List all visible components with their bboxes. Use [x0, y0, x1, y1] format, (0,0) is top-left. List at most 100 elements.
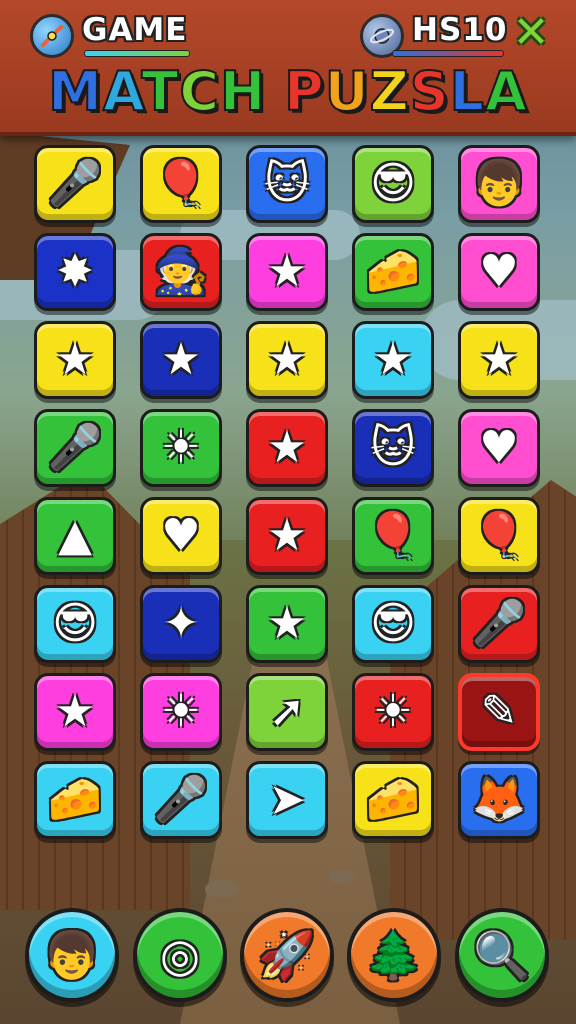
yellow-star-icon: ★	[161, 334, 201, 385]
microphone-icon: 🎤	[47, 422, 103, 473]
paint-tube-icon: ✎	[480, 686, 518, 737]
blue-heart-icon: ♥	[479, 422, 519, 473]
game-progress-bar	[84, 50, 190, 57]
cat-face-icon: 🐱	[264, 158, 310, 209]
rock	[205, 880, 239, 898]
grid-tile[interactable]: 🎤	[34, 409, 116, 487]
grid-tile[interactable]: ★	[34, 673, 116, 751]
grid-tile[interactable]: 😎	[34, 585, 116, 663]
title-letter: P	[283, 59, 325, 124]
powerup-button[interactable]: ◎	[133, 908, 227, 1002]
boy-face-icon: 👦	[43, 928, 101, 982]
heart-icon: ♥	[161, 510, 201, 561]
microphone-icon: 🎤	[47, 158, 103, 209]
green-arrow-icon: ➚	[268, 686, 306, 737]
grid-tile[interactable]: 🎤	[458, 585, 540, 663]
pine-tree-icon: 🌲	[365, 928, 423, 982]
score-progress-bar	[392, 50, 504, 57]
grid-tile[interactable]: ☀	[352, 673, 434, 751]
yellow-star-icon: ★	[267, 598, 307, 649]
fox-face-icon: 🦊	[471, 774, 527, 825]
grid-tile[interactable]: ➤	[246, 761, 328, 839]
yellow-star-icon: ★	[267, 510, 307, 561]
pointer-cursor-icon: ➤	[268, 774, 306, 825]
green-star-icon: ★	[479, 334, 519, 385]
grid-tile[interactable]: ★	[246, 585, 328, 663]
title-letter: H	[219, 59, 267, 124]
magnifier-icon: 🔍	[473, 928, 531, 982]
cheese-icon: 🧀	[365, 246, 421, 297]
grid-tile[interactable]: ★	[34, 321, 116, 399]
grid-tile[interactable]: ★	[246, 321, 328, 399]
yellow-star-icon: ★	[267, 334, 307, 385]
game-label: GAME	[82, 12, 188, 48]
grid-tile[interactable]: 🧀	[34, 761, 116, 839]
grid-tile[interactable]: 👦	[458, 145, 540, 223]
grid-tile[interactable]: ★	[140, 321, 222, 399]
grid-tile[interactable]: ♥	[458, 233, 540, 311]
powerup-button[interactable]: 🔍	[455, 908, 549, 1002]
title-letter: M	[47, 59, 103, 124]
powerup-button[interactable]: 👦	[25, 908, 119, 1002]
white-star-icon: ★	[373, 334, 413, 385]
grid-tile[interactable]: ✦	[140, 585, 222, 663]
grid-tile[interactable]: ☀	[140, 409, 222, 487]
sparkle-icon	[41, 25, 63, 47]
grid-tile[interactable]: 🧙	[140, 233, 222, 311]
title-letter: T	[140, 59, 180, 124]
alien-sunglasses-icon: 😎	[370, 158, 416, 209]
yellow-star-icon: ★	[55, 334, 95, 385]
silver-star-icon: ✦	[162, 598, 200, 649]
yellow-star-icon: ★	[267, 422, 307, 473]
wizard-sunglasses-icon: 🧙	[153, 246, 209, 297]
grid-tile[interactable]: 🎤	[34, 145, 116, 223]
grid-tile[interactable]: ★	[246, 497, 328, 575]
grid-tile[interactable]: 😎	[352, 145, 434, 223]
rocket-brush-icon: 🚀	[258, 928, 316, 982]
wizard-sunglasses-icon: 😎	[52, 598, 98, 649]
heart-icon: ♥	[479, 246, 519, 297]
microphone-icon: 🎤	[471, 598, 527, 649]
grid-tile[interactable]: 🎈	[352, 497, 434, 575]
grid-tile[interactable]: 🐱	[246, 145, 328, 223]
title-letter: S	[409, 59, 450, 124]
microphone-icon: 🎤	[153, 774, 209, 825]
sparkle-orb-icon	[30, 14, 74, 58]
target-icon: ◎	[159, 928, 201, 982]
green-balloon-icon: 🎈	[153, 158, 209, 209]
grid-tile[interactable]: ✸	[34, 233, 116, 311]
grid-tile[interactable]: 🎤	[140, 761, 222, 839]
grid-tile[interactable]: ➚	[246, 673, 328, 751]
grid-tile[interactable]: 🧀	[352, 761, 434, 839]
grid-tile[interactable]: ♥	[140, 497, 222, 575]
grid-tile[interactable]: ✎	[458, 673, 540, 751]
grid-tile[interactable]: ▲	[34, 497, 116, 575]
grid-tile[interactable]: 🦊	[458, 761, 540, 839]
grid-tile[interactable]: 🐱	[352, 409, 434, 487]
powerup-button[interactable]: 🌲	[347, 908, 441, 1002]
title-letter: C	[178, 59, 220, 124]
grid-tile[interactable]: ★	[458, 321, 540, 399]
green-sun-face-icon: ☀	[373, 686, 413, 737]
top-bar: GAME HS10 ✕ MATCH PUZSLA	[0, 0, 576, 136]
match-grid: 🎤 🎈 🐱 😎 👦 ✸ 🧙 ★ 🧀 ♥ ★ ★ ★ ★ ★ 🎤 ☀ ★ 🐱 ♥ ▲ ♥ ★ 🎈 🎈 😎 ✦ ★ 😎 🎤 ★ ☀ ➚ ☀ ✎ 🧀 🎤 ➤ 🧀 🦊	[34, 145, 546, 845]
boy-face-icon: 👦	[471, 158, 527, 209]
title-letter: A	[102, 59, 142, 124]
sun-face-icon: ☀	[161, 686, 201, 737]
grid-tile[interactable]: 🎈	[140, 145, 222, 223]
pink-star-burst-icon: ✸	[56, 246, 94, 297]
powerup-button[interactable]: 🚀	[240, 908, 334, 1002]
grid-tile[interactable]: ♥	[458, 409, 540, 487]
grid-tile[interactable]: ★	[246, 233, 328, 311]
blue-star-icon: ★	[55, 686, 95, 737]
green-balloon-icon: 🎈	[471, 510, 527, 561]
title-letter: Z	[369, 59, 410, 124]
grid-tile[interactable]: 🎈	[458, 497, 540, 575]
close-x-icon[interactable]: ✕	[510, 11, 552, 55]
grid-tile[interactable]: 😎	[352, 585, 434, 663]
grid-tile[interactable]: ★	[246, 409, 328, 487]
grid-tile[interactable]: ★	[352, 321, 434, 399]
grid-tile[interactable]: 🧀	[352, 233, 434, 311]
grid-tile[interactable]: ☀	[140, 673, 222, 751]
title-letter: A	[484, 59, 528, 124]
